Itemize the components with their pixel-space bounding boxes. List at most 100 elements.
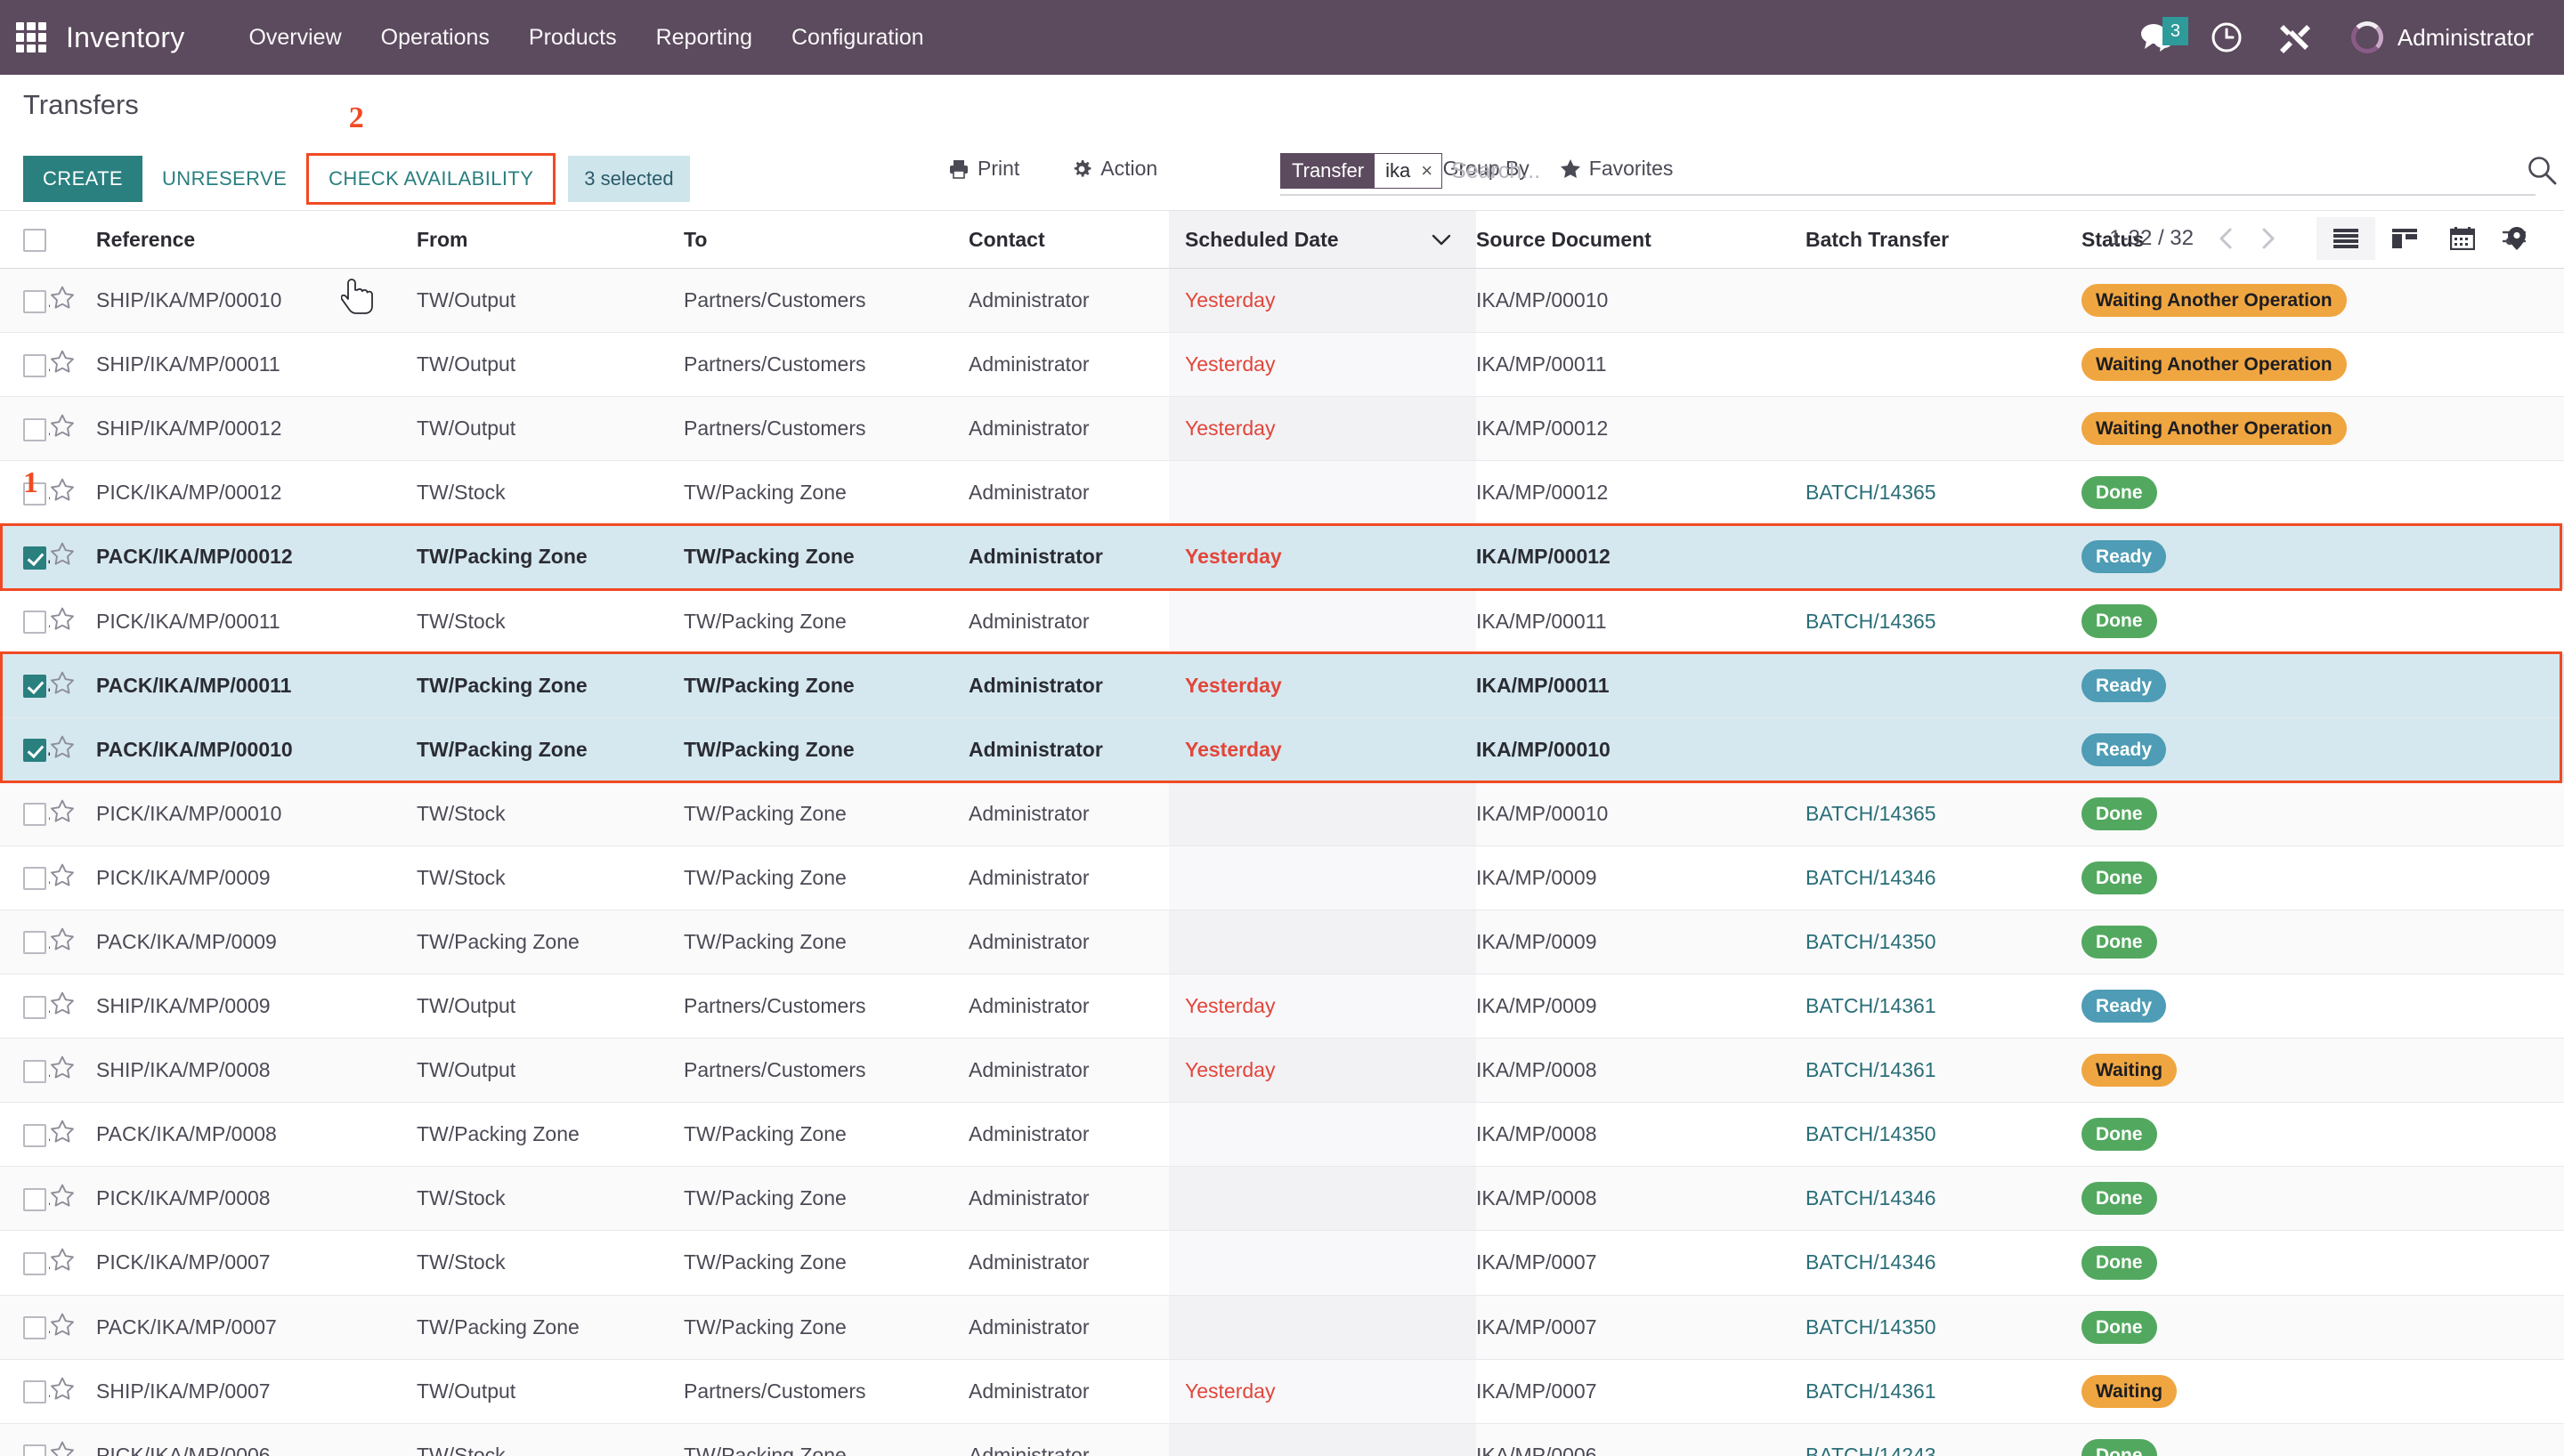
column-header-reference[interactable]: Reference: [96, 211, 417, 269]
row-checkbox[interactable]: [23, 481, 46, 506]
cell-reference[interactable]: PICK/IKA/MP/00012: [96, 460, 417, 526]
row-checkbox[interactable]: [23, 1316, 46, 1339]
row-favorite-cell[interactable]: [50, 974, 96, 1039]
batch-transfer-link[interactable]: BATCH/14346: [1805, 1186, 1936, 1209]
batch-transfer-link[interactable]: BATCH/14361: [1805, 1379, 1936, 1403]
pager-next-button[interactable]: [2247, 223, 2288, 254]
batch-transfer-link[interactable]: BATCH/14350: [1805, 930, 1936, 953]
table-row[interactable]: SHIP/IKA/MP/00010 TW/Output Partners/Custo…: [0, 268, 2564, 334]
cell-batch-transfer[interactable]: [1805, 524, 2081, 590]
batch-transfer-link[interactable]: BATCH/14346: [1805, 866, 1936, 889]
row-favorite-cell[interactable]: [50, 332, 96, 398]
row-checkbox[interactable]: [23, 995, 46, 1019]
batch-transfer-link[interactable]: BATCH/14350: [1805, 1122, 1936, 1145]
cell-batch-transfer[interactable]: BATCH/14365: [1805, 781, 2081, 846]
cell-batch-transfer[interactable]: BATCH/14365: [1805, 588, 2081, 654]
cell-batch-transfer[interactable]: BATCH/14346: [1805, 1166, 2081, 1232]
batch-transfer-link[interactable]: BATCH/14243: [1805, 1444, 1936, 1456]
row-favorite-cell[interactable]: [50, 653, 96, 718]
menu-item-reporting[interactable]: Reporting: [637, 14, 772, 61]
table-row[interactable]: SHIP/IKA/MP/00012 TW/Output Partners/Custo…: [0, 396, 2564, 462]
table-row[interactable]: PICK/IKA/MP/0008 TW/Stock TW/Packing Zone A…: [0, 1166, 2564, 1232]
star-icon[interactable]: [50, 1120, 75, 1149]
cell-reference[interactable]: PACK/IKA/MP/00011: [96, 653, 417, 718]
row-favorite-cell[interactable]: [50, 910, 96, 975]
cell-reference[interactable]: SHIP/IKA/MP/00010: [96, 268, 417, 334]
row-select-cell[interactable]: [0, 1295, 50, 1360]
star-icon[interactable]: [50, 735, 75, 764]
row-favorite-cell[interactable]: [50, 1230, 96, 1296]
table-row[interactable]: PICK/IKA/MP/00011 TW/Stock TW/Packing Zone…: [0, 588, 2564, 654]
table-row[interactable]: PICK/IKA/MP/00012 TW/Stock TW/Packing Zone…: [0, 460, 2564, 526]
messages-button[interactable]: 3: [2122, 13, 2193, 61]
apps-grid-icon[interactable]: [16, 22, 46, 53]
calendar-view-icon[interactable]: [2434, 216, 2491, 261]
batch-transfer-link[interactable]: BATCH/14346: [1805, 1250, 1936, 1274]
row-select-cell[interactable]: [0, 332, 50, 398]
cell-batch-transfer[interactable]: BATCH/14350: [1805, 1102, 2081, 1168]
star-icon[interactable]: [50, 799, 75, 829]
menu-item-configuration[interactable]: Configuration: [772, 14, 944, 61]
unreserve-button[interactable]: UNRESERVE: [142, 156, 306, 202]
star-icon[interactable]: [50, 542, 75, 571]
column-header-scheduled-date[interactable]: Scheduled Date: [1169, 211, 1476, 269]
search-facet-transfer[interactable]: Transfer ika ×: [1280, 153, 1443, 189]
cell-batch-transfer[interactable]: BATCH/14346: [1805, 845, 2081, 910]
cell-reference[interactable]: PACK/IKA/MP/0009: [96, 910, 417, 975]
menu-item-products[interactable]: Products: [509, 14, 637, 61]
row-checkbox[interactable]: [23, 417, 46, 441]
table-row[interactable]: PACK/IKA/MP/0009 TW/Packing Zone TW/Packin…: [0, 910, 2564, 975]
star-icon[interactable]: [50, 1056, 75, 1085]
cell-batch-transfer[interactable]: [1805, 653, 2081, 718]
cell-reference[interactable]: PACK/IKA/MP/0007: [96, 1295, 417, 1360]
cell-reference[interactable]: PACK/IKA/MP/0008: [96, 1102, 417, 1168]
row-select-cell[interactable]: [0, 910, 50, 975]
table-row[interactable]: SHIP/IKA/MP/0008 TW/Output Partners/Custom…: [0, 1038, 2564, 1104]
row-favorite-cell[interactable]: [50, 1359, 96, 1424]
cell-reference[interactable]: PICK/IKA/MP/0009: [96, 845, 417, 910]
cell-reference[interactable]: SHIP/IKA/MP/00012: [96, 396, 417, 462]
cell-reference[interactable]: PICK/IKA/MP/0006: [96, 1423, 417, 1456]
cell-batch-transfer[interactable]: BATCH/14361: [1805, 1038, 2081, 1104]
row-checkbox[interactable]: [23, 1251, 46, 1275]
row-favorite-cell[interactable]: [50, 1102, 96, 1168]
cell-reference[interactable]: PACK/IKA/MP/00010: [96, 717, 417, 782]
table-row[interactable]: SHIP/IKA/MP/00011 TW/Output Partners/Custo…: [0, 332, 2564, 398]
kanban-view-icon[interactable]: [2375, 217, 2434, 260]
table-row[interactable]: PICK/IKA/MP/0009 TW/Stock TW/Packing Zone A…: [0, 845, 2564, 910]
row-checkbox[interactable]: [23, 1059, 46, 1083]
list-view-icon[interactable]: [2317, 217, 2375, 260]
cell-batch-transfer[interactable]: BATCH/14243: [1805, 1423, 2081, 1456]
row-favorite-cell[interactable]: [50, 460, 96, 526]
cell-reference[interactable]: SHIP/IKA/MP/0009: [96, 974, 417, 1039]
star-icon[interactable]: [50, 1184, 75, 1213]
cell-batch-transfer[interactable]: BATCH/14350: [1805, 910, 2081, 975]
row-favorite-cell[interactable]: [50, 588, 96, 654]
batch-transfer-link[interactable]: BATCH/14365: [1805, 481, 1936, 504]
row-select-cell[interactable]: [0, 845, 50, 910]
batch-transfer-link[interactable]: BATCH/14361: [1805, 994, 1936, 1017]
row-select-cell[interactable]: [0, 268, 50, 334]
row-favorite-cell[interactable]: [50, 396, 96, 462]
action-menu[interactable]: Action: [1071, 157, 1157, 181]
column-header-source-document[interactable]: Source Document: [1476, 211, 1805, 269]
table-row[interactable]: PACK/IKA/MP/0008 TW/Packing Zone TW/Packin…: [0, 1102, 2564, 1168]
row-checkbox[interactable]: [23, 867, 46, 891]
row-favorite-cell[interactable]: [50, 1166, 96, 1232]
row-checkbox[interactable]: [23, 675, 46, 699]
table-row[interactable]: SHIP/IKA/MP/0007 TW/Output Partners/Custom…: [0, 1359, 2564, 1424]
user-menu[interactable]: Administrator: [2330, 14, 2541, 61]
row-select-cell[interactable]: [0, 524, 50, 590]
selected-count-badge[interactable]: 3 selected: [568, 156, 690, 202]
row-select-cell[interactable]: [0, 781, 50, 846]
cell-reference[interactable]: SHIP/IKA/MP/0008: [96, 1038, 417, 1104]
cell-batch-transfer[interactable]: [1805, 717, 2081, 782]
row-favorite-cell[interactable]: [50, 268, 96, 334]
menu-item-operations[interactable]: Operations: [361, 14, 509, 61]
star-icon[interactable]: [50, 1248, 75, 1277]
row-checkbox[interactable]: [23, 931, 46, 955]
search-input[interactable]: [1451, 154, 2536, 188]
cell-batch-transfer[interactable]: BATCH/14346: [1805, 1230, 2081, 1296]
table-row[interactable]: PICK/IKA/MP/0006 TW/Stock TW/Packing Zone A…: [0, 1423, 2564, 1456]
cell-reference[interactable]: PACK/IKA/MP/00012: [96, 524, 417, 590]
